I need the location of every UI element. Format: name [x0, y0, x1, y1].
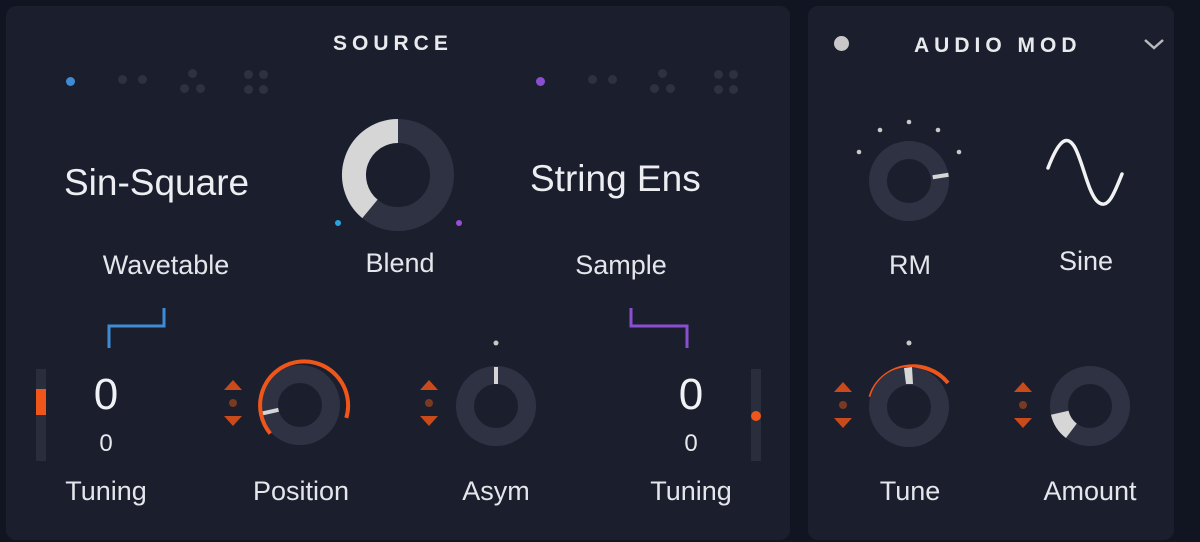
voice-mode-3-icon[interactable]: [650, 69, 680, 93]
sine-wave-icon[interactable]: [1044, 134, 1126, 208]
asym-mod-stepper-icon[interactable]: [418, 378, 440, 428]
position-label: Position: [252, 476, 350, 506]
tune-mod-stepper-icon[interactable]: [832, 380, 854, 430]
osc-b-type[interactable]: Sample: [546, 250, 696, 281]
blend-knob[interactable]: [328, 106, 468, 236]
asym-knob[interactable]: [446, 336, 546, 456]
amount-mod-stepper-icon[interactable]: [1012, 380, 1034, 430]
voice-mode-1-icon[interactable]: [536, 77, 545, 86]
position-mod-stepper-icon[interactable]: [222, 378, 244, 428]
asym-label: Asym: [462, 476, 530, 506]
osc-b-tuning-slider[interactable]: [751, 369, 761, 461]
chevron-down-icon[interactable]: [1142, 36, 1166, 52]
tune-knob[interactable]: [858, 336, 958, 456]
waveform-label[interactable]: Sine: [1036, 246, 1136, 277]
amount-label: Amount: [1043, 476, 1137, 506]
voice-mode-2-icon[interactable]: [118, 75, 148, 89]
osc-b-tuning-value[interactable]: 0: [661, 370, 721, 420]
osc-a-tuning-label: Tuning: [65, 476, 147, 506]
rm-indicator: [932, 172, 949, 180]
blend-fill: [342, 119, 399, 219]
osc-a-tuning-value[interactable]: 0: [76, 370, 136, 420]
osc-b-tuning-handle: [751, 411, 761, 421]
osc-b-tuning-label: Tuning: [650, 476, 732, 506]
rm-label: RM: [889, 250, 931, 280]
asym-center-tick: [493, 340, 499, 346]
audio-mod-panel: AUDIO MOD RM Sine Tune Amount: [808, 6, 1174, 540]
blend-a-indicator: [335, 220, 341, 226]
blend-b-indicator: [456, 220, 462, 226]
osc-a-type[interactable]: Wavetable: [86, 250, 246, 281]
osc-a-tuning-slider[interactable]: [36, 369, 46, 461]
source-panel: SOURCE Sin-Square String Ens Blend Wavet…: [6, 6, 790, 540]
osc-a-tuning-fill: [36, 389, 46, 415]
osc-b-bracket: [629, 308, 689, 348]
voice-mode-3-icon[interactable]: [180, 69, 210, 93]
voice-mode-4-icon[interactable]: [244, 70, 274, 94]
osc-a-tuning-fine[interactable]: 0: [76, 430, 136, 458]
rm-knob[interactable]: [848, 106, 968, 226]
blend-label: Blend: [365, 248, 435, 278]
amount-knob[interactable]: [1040, 356, 1140, 456]
source-title: SOURCE: [333, 32, 453, 55]
osc-a-name[interactable]: Sin-Square: [64, 162, 249, 204]
osc-b-name[interactable]: String Ens: [530, 158, 701, 200]
osc-b-tuning-fine[interactable]: 0: [661, 430, 721, 458]
voice-mode-1-icon[interactable]: [66, 77, 75, 86]
position-knob[interactable]: [246, 351, 356, 461]
osc-a-bracket: [107, 308, 166, 348]
voice-mode-2-icon[interactable]: [588, 75, 618, 89]
voice-mode-4-icon[interactable]: [714, 70, 744, 94]
tune-center-tick: [906, 340, 912, 346]
osc-a-voice-modes: [66, 69, 286, 96]
amount-fill: [1050, 410, 1078, 438]
audio-mod-title: AUDIO MOD: [914, 34, 1082, 57]
tune-label: Tune: [879, 476, 941, 506]
audio-mod-power-toggle[interactable]: [834, 36, 849, 51]
osc-b-voice-modes: [536, 69, 756, 96]
